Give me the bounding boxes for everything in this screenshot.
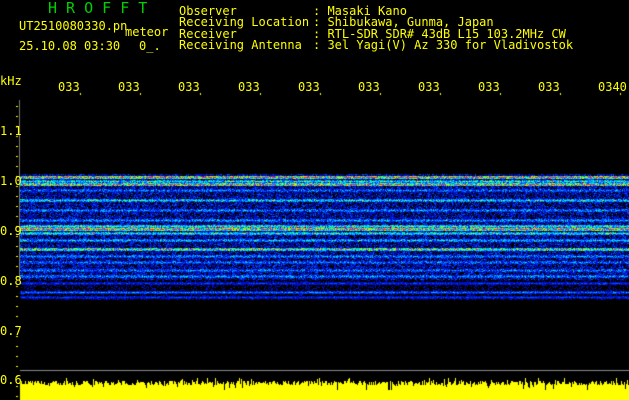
x-tick-label: 0334 <box>238 80 259 94</box>
spectrogram <box>0 0 629 400</box>
x-tick-label: 0339 <box>538 80 559 94</box>
x-tick-label: 0340 <box>598 80 627 94</box>
y-tick-label: 0.8 <box>0 274 22 288</box>
x-tick-label: 0337 <box>418 80 439 94</box>
info-label-antenna: Receiving Antenna <box>179 38 302 52</box>
y-tick-label: 0.6 <box>0 373 22 387</box>
x-tick-label: 0333 <box>178 80 199 94</box>
y-tick-label: 1.1 <box>0 124 22 138</box>
datetime: 25.10.08 03:30 <box>19 39 121 53</box>
x-tick-label: 0338 <box>478 80 499 94</box>
info-value-antenna: : 3el Yagi(V) Az 330 for Vladivostok <box>313 38 574 52</box>
x-tick-label: 0331 <box>58 80 79 94</box>
app-title: H R O F F T <box>48 0 148 17</box>
x-tick-label: 0332 <box>118 80 139 94</box>
y-tick-label: 1.0 <box>0 174 22 188</box>
y-tick-label: 0.7 <box>0 324 22 338</box>
x-tick-label: 0336 <box>358 80 379 94</box>
y-tick-label: 0.9 <box>0 224 22 238</box>
x-tick-label: 0335 <box>298 80 319 94</box>
count: 0_. <box>139 39 161 53</box>
y-unit-label: kHz <box>0 74 22 88</box>
file-name: UT2510080330.pn <box>19 19 128 33</box>
hrofft-window: H R O F F T UT2510080330.pn meteor 25.10… <box>0 0 629 400</box>
mode-label: meteor <box>125 25 169 39</box>
